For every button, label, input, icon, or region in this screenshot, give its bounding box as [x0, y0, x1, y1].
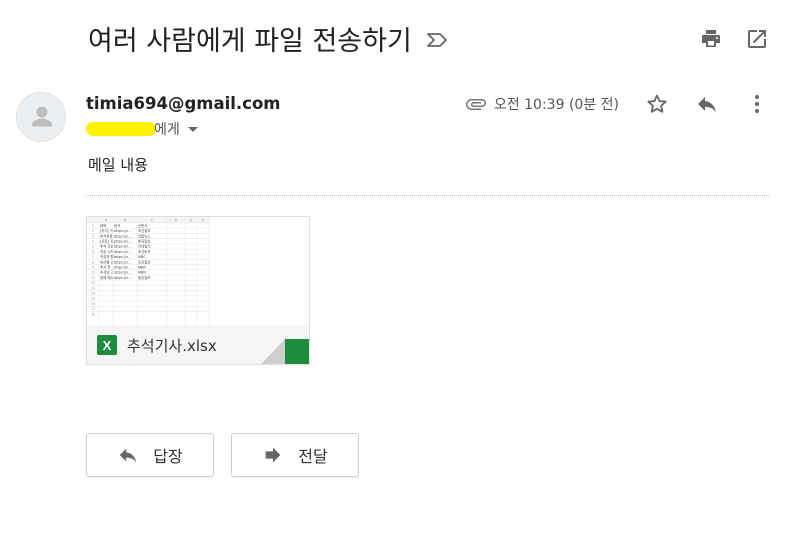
sheet-row-number: 12	[91, 281, 95, 285]
sheet-cell: 조선일보	[138, 259, 150, 264]
print-icon[interactable]	[699, 27, 723, 51]
reply-icon[interactable]	[695, 92, 719, 116]
sheet-row-number: 3	[92, 234, 94, 238]
default-avatar-icon	[32, 106, 52, 127]
sheet-cell: https://n…	[114, 240, 132, 244]
reply-button-label: 답장	[153, 447, 183, 466]
sheet-cell: 조선일보	[138, 228, 150, 233]
sheet-row-number: 8	[92, 260, 94, 264]
sender-email[interactable]: timia694@gmail.com	[86, 94, 281, 113]
sheet-cell: MBC	[138, 255, 146, 259]
chevron-down-icon[interactable]	[187, 126, 198, 132]
attachment-card[interactable]: A B C D E F 1 제목 링크 신문사 2 [추석] 귀… https://n… 조선일보 3 추석연…	[86, 216, 310, 365]
sheet-cell: 중앙일보	[138, 275, 150, 280]
forward-arrow-icon	[265, 447, 281, 463]
email-body: 메일 내용	[88, 156, 148, 174]
email-subject: 여러 사람에게 파일 전송하기	[88, 25, 412, 57]
sheet-cell: https://n…	[114, 276, 132, 280]
forward-button[interactable]: 전달	[231, 433, 359, 477]
sheet-cell: https://n…	[114, 229, 132, 233]
star-icon[interactable]	[645, 92, 669, 116]
recipient-suffix: 에게	[154, 122, 180, 138]
sheet-row-number: 13	[91, 286, 95, 290]
sheet-cell: 이데일리	[138, 244, 150, 249]
sheet-row-number: 14	[91, 292, 95, 296]
spreadsheet-thumbnail: A B C D E F1 제목 링크 신문사2 [추석] 귀…https://n… 조선일보3 추석연…	[87, 217, 210, 325]
divider	[86, 195, 769, 196]
sheet-row-number: 1	[92, 224, 94, 228]
attachment-footer: X 추석기사.xlsx	[87, 325, 309, 364]
recipient-row[interactable]: 에게	[86, 118, 198, 140]
sheet-cell: 신문사	[138, 223, 148, 228]
label-icon[interactable]	[426, 32, 448, 48]
forward-button-label: 전달	[298, 447, 328, 466]
sheet-row-number: 16	[91, 302, 95, 306]
sheet-row-number: 9	[92, 266, 94, 270]
sheet-row-number: 11	[91, 276, 95, 280]
attachment-filename: 추석기사.xlsx	[127, 337, 217, 355]
subject-row: 여러 사람에게 파일 전송하기	[88, 18, 448, 58]
sheet-row-number: 10	[91, 271, 95, 275]
sheet-row-number: 18	[91, 312, 95, 316]
page-fold-icon	[261, 339, 309, 364]
sheet-cell: 추석 특…	[100, 265, 114, 270]
sheet-cell: https://n…	[114, 255, 132, 259]
sheet-cell: 연합뉴스	[138, 233, 150, 238]
reply-button[interactable]: 답장	[86, 433, 214, 477]
sheet-cell: 조선비즈	[138, 249, 150, 254]
reply-icon	[120, 448, 137, 463]
sheet-row-number: 6	[92, 250, 94, 254]
sheet-row-number: 17	[91, 307, 95, 311]
sheet-cell: https://n…	[114, 245, 132, 249]
sheet-cell: https://n…	[114, 260, 132, 264]
attachment-preview: A B C D E F 1 제목 링크 신문사 2 [추석] 귀… https://n… 조선일보 3 추석연…	[87, 217, 309, 325]
sheet-row-number: 5	[92, 245, 94, 249]
sheet-cell: 한국일보	[138, 239, 150, 244]
sheet-row-number: 15	[91, 297, 95, 301]
sheet-cell: MBN	[138, 271, 146, 275]
sheet-column-header: F	[202, 219, 204, 223]
sheet-cell: https://n…	[114, 266, 132, 270]
message-meta: 오전 10:39 (0분 전)	[464, 92, 769, 116]
avatar	[16, 92, 66, 142]
sheet-cell: https://n…	[114, 250, 132, 254]
redacted-recipient	[86, 122, 156, 136]
sheet-row-number: 2	[92, 229, 94, 233]
top-actions	[699, 27, 769, 51]
sheet-cell: https://n…	[114, 234, 132, 238]
paperclip-icon	[465, 99, 486, 110]
open-in-new-icon[interactable]	[745, 27, 769, 51]
sheet-cell: 링크	[114, 223, 120, 228]
sheet-cell: MBN	[138, 266, 146, 270]
message-time: 오전 10:39 (0분 전)	[493, 97, 619, 113]
sheet-cell: https://n…	[114, 271, 132, 275]
sheet-row-number: 4	[92, 240, 94, 244]
sheet-cell: 제목	[100, 223, 106, 228]
more-vert-icon[interactable]	[745, 92, 769, 116]
sheet-column-header: D	[175, 219, 178, 223]
sheet-row-number: 7	[92, 255, 94, 259]
excel-file-icon: X	[97, 335, 117, 355]
